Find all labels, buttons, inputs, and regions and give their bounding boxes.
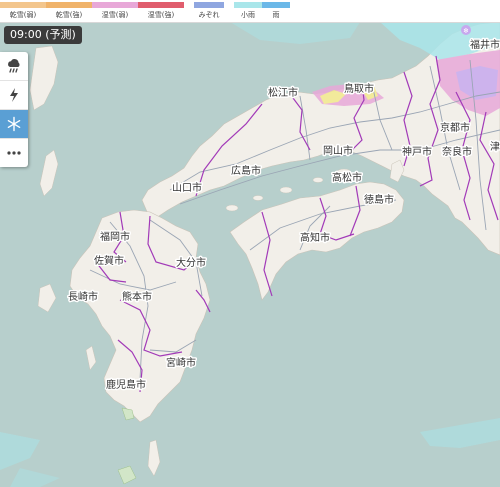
city-label-saga: 佐賀市 [94, 254, 124, 267]
svg-text:❄: ❄ [463, 27, 469, 35]
more-icon [7, 151, 21, 155]
legend-group-sleet: みぞれ [194, 2, 224, 20]
city-label-miyazaki: 宮崎市 [166, 356, 196, 369]
forecast-time-label: 09:00 (予測) [4, 26, 82, 44]
city-label-takamatsu: 高松市 [332, 171, 362, 184]
snow-layer-button[interactable] [0, 110, 28, 139]
lightning-layer-button[interactable] [0, 81, 28, 110]
lightning-icon [10, 88, 18, 102]
rain-layer-button[interactable] [0, 52, 28, 81]
legend-item-wet-snow-weak: 湿雪(弱) [92, 2, 138, 20]
city-label-nagasaki: 長崎市 [68, 290, 98, 303]
legend-item-dry-snow-weak: 乾雪(弱) [0, 2, 46, 20]
layer-controls [0, 52, 28, 167]
city-label-kyoto: 京都市 [440, 121, 470, 134]
city-label-fukui: 福井市 [470, 38, 500, 51]
legend-item-dry-snow-strong: 乾雪(強) [46, 2, 92, 20]
city-label-yamaguchi: 山口市 [172, 181, 202, 194]
city-label-tsu: 津 [490, 141, 500, 153]
legend-item-wet-snow-strong: 湿雪(強) [138, 2, 184, 20]
legend-item-sleet: みぞれ [194, 2, 224, 20]
legend-group-rain: 小雨 雨 [234, 2, 290, 20]
city-label-tottori: 鳥取市 [344, 82, 374, 95]
city-label-kobe: 神戸市 [402, 145, 432, 158]
city-label-okayama: 岡山市 [323, 144, 353, 157]
city-label-oita: 大分市 [176, 256, 206, 269]
city-label-kagoshima: 鹿児島市 [106, 378, 146, 391]
legend-item-rain: 雨 [262, 2, 290, 20]
city-label-tokushima: 徳島市 [364, 193, 394, 206]
city-label-hiroshima: 広島市 [231, 164, 261, 177]
city-label-kumamoto: 熊本市 [122, 290, 152, 303]
city-label-nara: 奈良市 [442, 145, 472, 158]
city-label-fukuoka: 福岡市 [100, 230, 130, 243]
precipitation-legend: 乾雪(弱) 乾雪(強) 湿雪(弱) 湿雪(強) みぞれ 小雨 雨 [0, 0, 500, 23]
more-options-button[interactable] [0, 139, 28, 167]
legend-group-snow: 乾雪(弱) 乾雪(強) 湿雪(弱) 湿雪(強) [0, 2, 184, 20]
snow-marker-icon: ❄ [461, 25, 471, 35]
map-canvas[interactable]: 福井市 松江市 鳥取市 京都市 岡山市 神戸市 奈良市 津 広島市 山口市 高松… [0, 0, 500, 487]
rain-cloud-icon [8, 59, 20, 73]
legend-item-light-rain: 小雨 [234, 2, 262, 20]
snowflake-icon [7, 116, 21, 132]
city-label-matsue: 松江市 [268, 86, 298, 99]
city-label-kochi: 高知市 [300, 231, 330, 244]
